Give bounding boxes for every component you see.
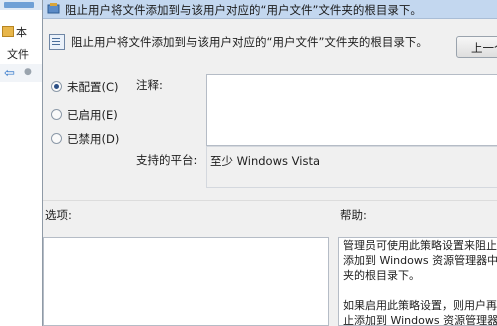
- radio-not-configured[interactable]: 未配置(C): [51, 79, 119, 95]
- radio-disabled[interactable]: 已禁用(D): [51, 131, 119, 147]
- supported-platform-label: 支持的平台:: [136, 153, 198, 167]
- folder-icon: [2, 26, 14, 37]
- dot-icon: ●: [24, 67, 32, 77]
- background-menu-item[interactable]: 本: [2, 24, 27, 40]
- background-window: 本 文件 ⇦ ●: [0, 0, 43, 326]
- options-panel[interactable]: [43, 237, 329, 326]
- help-text-line: 管理员可使用此策略设置来阻止: [343, 239, 497, 252]
- comment-textarea[interactable]: [206, 74, 497, 146]
- setting-name: 阻止用户将文件添加到与该用户对应的“用户文件”文件夹的根目录下。: [71, 35, 428, 49]
- background-title-accent: [4, 2, 34, 8]
- help-text-line: 夹的根目录下。: [343, 269, 420, 282]
- supported-platform-value: 至少 Windows Vista: [210, 154, 321, 168]
- back-arrow-icon[interactable]: ⇦: [4, 66, 15, 81]
- background-titlebar: [0, 0, 42, 10]
- radio-label: 已禁用(D): [67, 132, 120, 146]
- radio-enabled[interactable]: 已启用(E): [51, 107, 118, 123]
- background-file-menu[interactable]: 文件: [7, 46, 29, 62]
- radio-label: 已启用(E): [67, 108, 118, 122]
- dialog-titlebar: 阻止用户将文件添加到与该用户对应的“用户文件”文件夹的根目录下。: [43, 0, 497, 19]
- dialog-title: 阻止用户将文件添加到与该用户对应的“用户文件”文件夹的根目录下。: [65, 3, 422, 17]
- radio-label: 未配置(C): [67, 80, 119, 94]
- setting-icon: [49, 34, 65, 50]
- divider: [43, 200, 497, 201]
- comment-label: 注释:: [136, 78, 163, 92]
- policy-icon: [47, 3, 60, 14]
- previous-setting-button[interactable]: 上一个: [456, 36, 497, 58]
- help-text-line: 如果启用此策略设置，则用户再: [343, 299, 497, 312]
- help-panel[interactable]: 管理员可使用此策略设置来阻止 添加到 Windows 资源管理器中 夹的根目录下…: [338, 237, 497, 326]
- radio-button[interactable]: [51, 133, 62, 144]
- help-text-line: 添加到 Windows 资源管理器中: [343, 254, 497, 267]
- options-label: 选项:: [45, 208, 72, 222]
- policy-setting-dialog: 阻止用户将文件添加到与该用户对应的“用户文件”文件夹的根目录下。 阻止用户将文件…: [42, 0, 497, 326]
- radio-button[interactable]: [51, 109, 62, 120]
- radio-button-checked[interactable]: [51, 81, 62, 92]
- help-label: 帮助:: [340, 208, 367, 222]
- help-text-line: 止添加到 Windows 资源管理器: [343, 314, 497, 326]
